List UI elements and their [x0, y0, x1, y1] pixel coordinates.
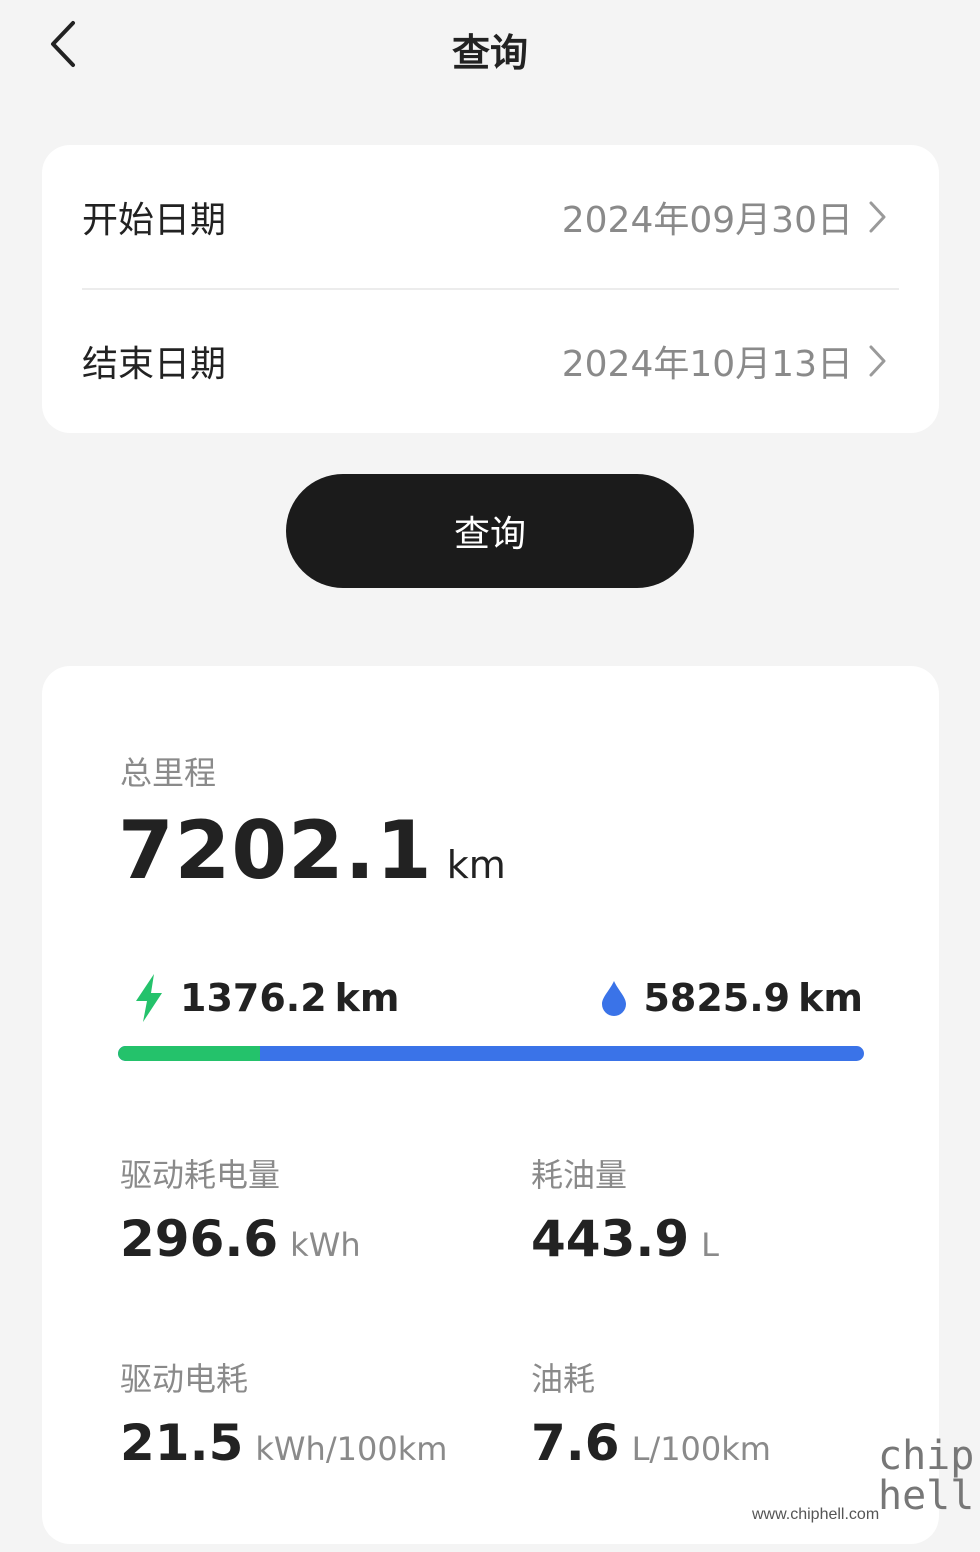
total-mileage-unit: km — [446, 843, 506, 887]
end-date-row[interactable]: 结束日期 2024年10月13日 — [82, 289, 887, 433]
stats-card: 总里程 7202.1 km 1376.2km 5825.9km 驱动耗电量 — [42, 666, 939, 1544]
electric-ratio-fill — [118, 1046, 261, 1061]
electric-mileage: 1376.2 km — [134, 974, 400, 1022]
metric-energy-consumption: 驱动电耗 21.5 kWh/100km — [120, 1354, 480, 1472]
end-date-label: 结束日期 — [82, 344, 227, 385]
chevron-right-icon — [869, 201, 886, 233]
metric-drive-energy: 驱动耗电量 296.6 kWh — [120, 1150, 480, 1268]
watermark-logo: chip hell — [878, 1433, 975, 1519]
end-date-picker[interactable]: 2024年10月13日 — [562, 335, 887, 387]
fuel-mileage-value: 5825.9 — [643, 976, 791, 1020]
mileage-split: 1376.2 km 5825.9 km — [134, 966, 863, 1030]
start-date-picker[interactable]: 2024年09月30日 — [562, 191, 887, 243]
mileage-ratio-bar — [118, 1046, 864, 1061]
page-title: 查询 — [451, 31, 528, 75]
end-date-value: 2024年10月13日 — [561, 344, 853, 385]
metric-unit: L/100km — [631, 1430, 771, 1468]
query-button[interactable]: 查询 — [286, 474, 694, 588]
metric-label: 驱动电耗 — [120, 1360, 249, 1398]
start-date-label: 开始日期 — [82, 200, 227, 241]
metric-unit: kWh/100km — [255, 1430, 448, 1468]
lightning-icon — [136, 974, 162, 1022]
total-mileage: 7202.1 km — [118, 804, 506, 897]
watermark-url: www.chiphell.com — [752, 1506, 880, 1523]
total-mileage-value: 7202.1 — [118, 804, 433, 897]
metric-value: 7.6 — [531, 1414, 620, 1472]
metric-value: 443.9 — [531, 1210, 690, 1268]
chevron-right-icon — [869, 345, 886, 377]
metric-value: 296.6 — [120, 1210, 279, 1268]
metric-unit: kWh — [290, 1226, 361, 1264]
metric-label: 耗油量 — [531, 1156, 628, 1194]
metric-unit: L — [701, 1226, 719, 1264]
watermark: chip hell www.chiphell.com — [752, 1432, 975, 1542]
metric-label: 油耗 — [531, 1360, 596, 1398]
top-bar: 查询 — [0, 0, 980, 100]
start-date-value: 2024年09月30日 — [561, 200, 853, 241]
electric-mileage-unit: km — [334, 976, 400, 1020]
electric-mileage-value: 1376.2 — [180, 976, 327, 1020]
start-date-row[interactable]: 开始日期 2024年09月30日 — [82, 145, 887, 289]
total-mileage-label: 总里程 — [120, 754, 217, 792]
fuel-mileage-unit: km — [798, 976, 863, 1020]
fuel-mileage: 5825.9 km — [601, 976, 863, 1020]
metric-fuel-used: 耗油量 443.9 L — [531, 1150, 891, 1268]
fuel-drop-icon — [602, 981, 627, 1016]
metric-value: 21.5 — [120, 1414, 244, 1472]
metric-label: 驱动耗电量 — [120, 1156, 281, 1194]
date-range-card: 开始日期 2024年09月30日 结束日期 2024年10月13日 — [42, 145, 939, 433]
